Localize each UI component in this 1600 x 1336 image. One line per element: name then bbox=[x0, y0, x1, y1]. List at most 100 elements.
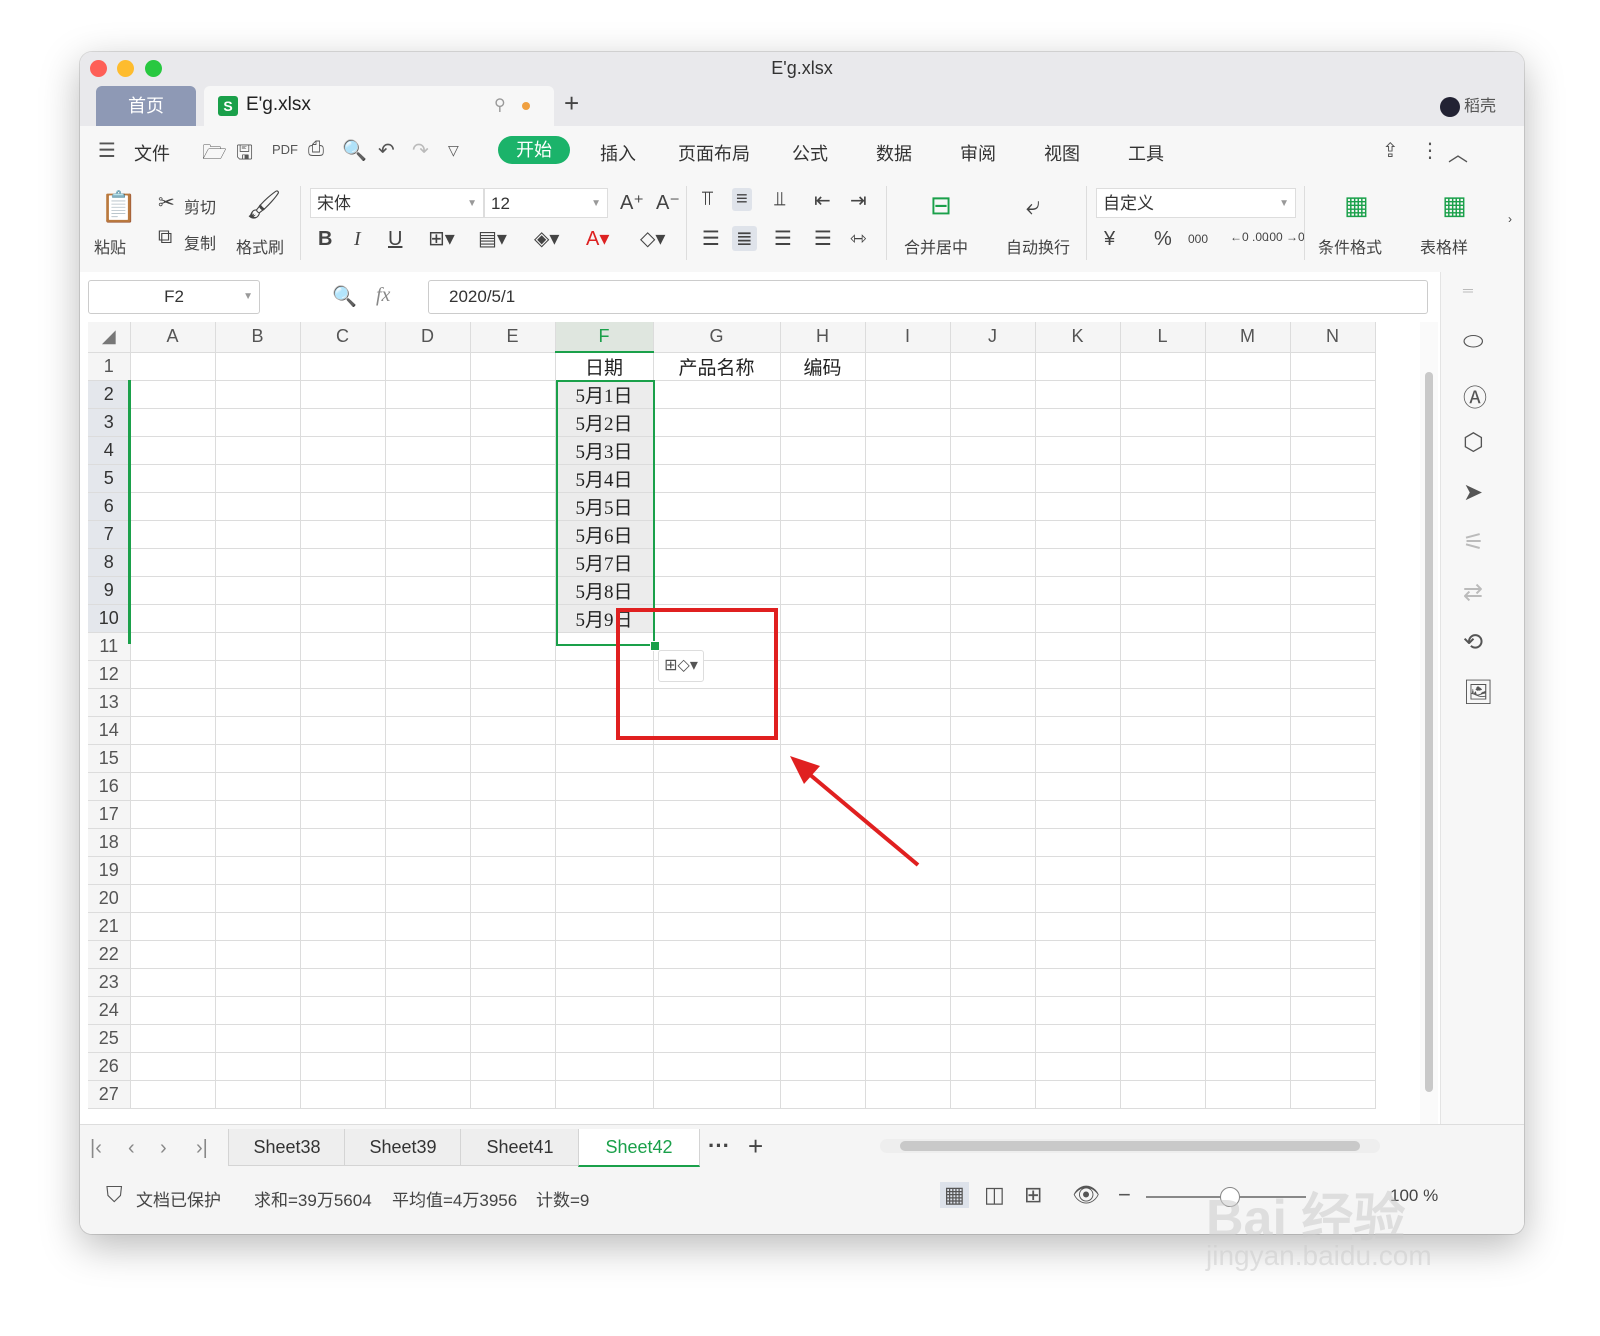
cell-k19[interactable] bbox=[1035, 856, 1121, 885]
cell-a3[interactable] bbox=[130, 408, 216, 437]
select-pointer-icon[interactable]: ➤ bbox=[1463, 478, 1483, 507]
cell-n16[interactable] bbox=[1290, 772, 1376, 801]
cell-h6[interactable] bbox=[780, 492, 866, 521]
cell-g21[interactable] bbox=[653, 912, 781, 941]
cut-button[interactable]: 剪切 bbox=[184, 194, 216, 218]
cell-i1[interactable] bbox=[865, 352, 951, 381]
cell-d6[interactable] bbox=[385, 492, 471, 521]
cell-a23[interactable] bbox=[130, 968, 216, 997]
more-sheets-button[interactable]: ··· bbox=[708, 1133, 730, 1159]
cell-l24[interactable] bbox=[1120, 996, 1206, 1025]
cell-a13[interactable] bbox=[130, 688, 216, 717]
cell-b3[interactable] bbox=[215, 408, 301, 437]
cell-c24[interactable] bbox=[300, 996, 386, 1025]
cell-g27[interactable] bbox=[653, 1080, 781, 1109]
column-header-b[interactable]: B bbox=[215, 322, 301, 353]
cell-l10[interactable] bbox=[1120, 604, 1206, 633]
cell-c20[interactable] bbox=[300, 884, 386, 913]
menu-tab-start[interactable]: 开始 bbox=[498, 136, 570, 164]
cell-l12[interactable] bbox=[1120, 660, 1206, 689]
align-middle-icon[interactable]: ≡ bbox=[732, 188, 752, 211]
column-header-f[interactable]: F bbox=[555, 322, 654, 353]
cell-d23[interactable] bbox=[385, 968, 471, 997]
cell-h11[interactable] bbox=[780, 632, 866, 661]
cell-k25[interactable] bbox=[1035, 1024, 1121, 1053]
thousands-separator-button[interactable]: 000 bbox=[1188, 232, 1208, 246]
cell-g20[interactable] bbox=[653, 884, 781, 913]
cell-k5[interactable] bbox=[1035, 464, 1121, 493]
cell-j15[interactable] bbox=[950, 744, 1036, 773]
zoom-out-icon[interactable]: − bbox=[1118, 1182, 1131, 1208]
font-color-icon[interactable]: A▾ bbox=[586, 226, 609, 251]
cell-h5[interactable] bbox=[780, 464, 866, 493]
cell-m22[interactable] bbox=[1205, 940, 1291, 969]
last-sheet-icon[interactable]: ›| bbox=[196, 1137, 208, 1160]
style-icon[interactable]: Ⓐ bbox=[1463, 378, 1487, 413]
cell-l4[interactable] bbox=[1120, 436, 1206, 465]
italic-button[interactable]: I bbox=[354, 228, 361, 251]
row-header-13[interactable]: 13 bbox=[88, 688, 131, 717]
align-right-icon[interactable]: ☰ bbox=[774, 226, 792, 251]
cell-h3[interactable] bbox=[780, 408, 866, 437]
cell-e8[interactable] bbox=[470, 548, 556, 577]
cell-k4[interactable] bbox=[1035, 436, 1121, 465]
cell-b13[interactable] bbox=[215, 688, 301, 717]
cell-c6[interactable] bbox=[300, 492, 386, 521]
cell-n10[interactable] bbox=[1290, 604, 1376, 633]
scissors-icon[interactable]: ✂ bbox=[158, 190, 175, 215]
cell-c12[interactable] bbox=[300, 660, 386, 689]
cell-f17[interactable] bbox=[555, 800, 654, 829]
cell-b18[interactable] bbox=[215, 828, 301, 857]
cell-k17[interactable] bbox=[1035, 800, 1121, 829]
save-icon[interactable]: 🖫 bbox=[236, 138, 253, 172]
font-name-select[interactable]: 宋体 ▼ bbox=[310, 188, 484, 218]
cell-b6[interactable] bbox=[215, 492, 301, 521]
cell-e14[interactable] bbox=[470, 716, 556, 745]
ribbon-scroll-right-icon[interactable]: › bbox=[1508, 212, 1512, 226]
cell-i27[interactable] bbox=[865, 1080, 951, 1109]
cell-i5[interactable] bbox=[865, 464, 951, 493]
cell-e11[interactable] bbox=[470, 632, 556, 661]
menu-tab-view[interactable]: 视图 bbox=[1044, 140, 1080, 166]
align-bottom-icon[interactable]: ⫫ bbox=[774, 188, 785, 211]
cell-a14[interactable] bbox=[130, 716, 216, 745]
cell-k2[interactable] bbox=[1035, 380, 1121, 409]
cell-k10[interactable] bbox=[1035, 604, 1121, 633]
cell-a20[interactable] bbox=[130, 884, 216, 913]
cell-i6[interactable] bbox=[865, 492, 951, 521]
conditional-format-button[interactable]: 条件格式 bbox=[1318, 234, 1382, 258]
cell-b9[interactable] bbox=[215, 576, 301, 605]
cell-b8[interactable] bbox=[215, 548, 301, 577]
cell-i8[interactable] bbox=[865, 548, 951, 577]
next-sheet-icon[interactable]: › bbox=[160, 1137, 167, 1160]
cell-h9[interactable] bbox=[780, 576, 866, 605]
cell-l19[interactable] bbox=[1120, 856, 1206, 885]
currency-button[interactable]: ¥ bbox=[1104, 228, 1115, 251]
decrease-decimal-button[interactable]: .00 →0 bbox=[1266, 230, 1305, 244]
cell-j1[interactable] bbox=[950, 352, 1036, 381]
cell-c25[interactable] bbox=[300, 1024, 386, 1053]
cell-c10[interactable] bbox=[300, 604, 386, 633]
cell-e21[interactable] bbox=[470, 912, 556, 941]
cell-n2[interactable] bbox=[1290, 380, 1376, 409]
cell-a24[interactable] bbox=[130, 996, 216, 1025]
cell-f3[interactable]: 5月2日 bbox=[555, 408, 654, 437]
cell-f16[interactable] bbox=[555, 772, 654, 801]
select-all-corner[interactable]: ◢ bbox=[88, 322, 131, 353]
cell-g4[interactable] bbox=[653, 436, 781, 465]
row-header-5[interactable]: 5 bbox=[88, 464, 131, 493]
cell-n11[interactable] bbox=[1290, 632, 1376, 661]
cell-e12[interactable] bbox=[470, 660, 556, 689]
cell-i26[interactable] bbox=[865, 1052, 951, 1081]
cell-k8[interactable] bbox=[1035, 548, 1121, 577]
cell-m6[interactable] bbox=[1205, 492, 1291, 521]
cell-j8[interactable] bbox=[950, 548, 1036, 577]
cell-i20[interactable] bbox=[865, 884, 951, 913]
shapes-icon[interactable]: ⬭ bbox=[1463, 328, 1484, 356]
cell-m11[interactable] bbox=[1205, 632, 1291, 661]
brush-icon[interactable]: 🖌 bbox=[246, 188, 282, 221]
cell-b14[interactable] bbox=[215, 716, 301, 745]
export-pdf-icon[interactable]: PDF bbox=[272, 142, 298, 157]
cell-e1[interactable] bbox=[470, 352, 556, 381]
column-header-m[interactable]: M bbox=[1205, 322, 1291, 353]
